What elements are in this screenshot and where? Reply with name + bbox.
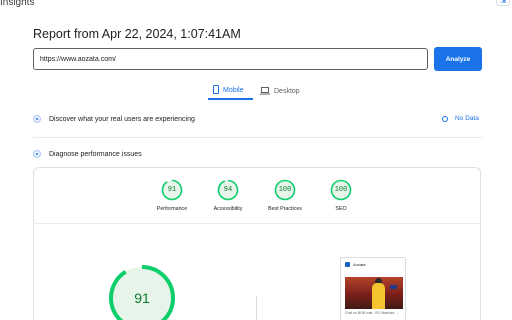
url-input[interactable] xyxy=(33,48,428,70)
smartphone-icon xyxy=(213,85,219,96)
expand-icon[interactable]: ⇲ xyxy=(496,0,510,6)
analyze-button[interactable]: Analyze xyxy=(434,47,482,71)
app-title: Insights xyxy=(0,0,35,8)
field-data-section: Discover what your real users are experi… xyxy=(33,115,195,123)
score-gauge-accessibility[interactable]: 94 Accessibility xyxy=(198,179,258,212)
score-gauge-best-practices[interactable]: 100 Best Practices xyxy=(255,179,315,212)
tab-desktop[interactable]: Desktop xyxy=(255,83,305,100)
no-data-status[interactable]: No Data xyxy=(442,115,479,122)
panel-divider xyxy=(33,223,481,224)
score-gauge-performance[interactable]: 91 Performance xyxy=(142,179,202,212)
diagnose-section: Diagnose performance issues xyxy=(33,150,142,158)
score-label: Performance xyxy=(156,206,188,212)
tab-desktop-label: Desktop xyxy=(274,88,300,95)
score-gauge-seo[interactable]: 100 SEO xyxy=(311,179,371,212)
tab-mobile[interactable]: Mobile xyxy=(208,83,253,100)
score-value: 100 xyxy=(278,186,292,194)
report-title: Report from Apr 22, 2024, 1:07:41AM xyxy=(33,27,241,41)
tab-mobile-label: Mobile xyxy=(223,87,244,94)
no-data-label: No Data xyxy=(455,115,479,122)
score-label: Best Practices xyxy=(268,206,302,212)
field-data-title: Discover what your real users are experi… xyxy=(49,115,195,123)
site-logo-icon xyxy=(345,262,350,267)
preview-hero-image xyxy=(345,277,403,309)
preview-site-name: Aozata xyxy=(353,262,366,267)
page-screenshot-preview: Aozata Chat on BOB chat · IPL Matches: .… xyxy=(340,257,406,320)
score-label: Accessibility xyxy=(213,206,243,212)
diagnose-icon xyxy=(33,150,41,158)
info-icon xyxy=(442,115,448,122)
performance-main-gauge: 91 xyxy=(108,264,176,320)
metric-scale-line xyxy=(256,296,257,320)
score-value: 91 xyxy=(167,186,177,194)
field-data-icon xyxy=(33,115,41,123)
preview-caption: Chat on BOB chat · IPL Matches: ... xyxy=(345,311,399,315)
section-divider xyxy=(33,137,482,138)
main-score-value: 91 xyxy=(134,290,150,306)
laptop-icon xyxy=(260,86,270,97)
score-label: SEO xyxy=(335,206,347,212)
device-tabs: Mobile Desktop xyxy=(208,83,305,100)
score-value: 100 xyxy=(334,186,348,194)
diagnose-title: Diagnose performance issues xyxy=(49,150,142,158)
score-value: 94 xyxy=(223,186,233,194)
